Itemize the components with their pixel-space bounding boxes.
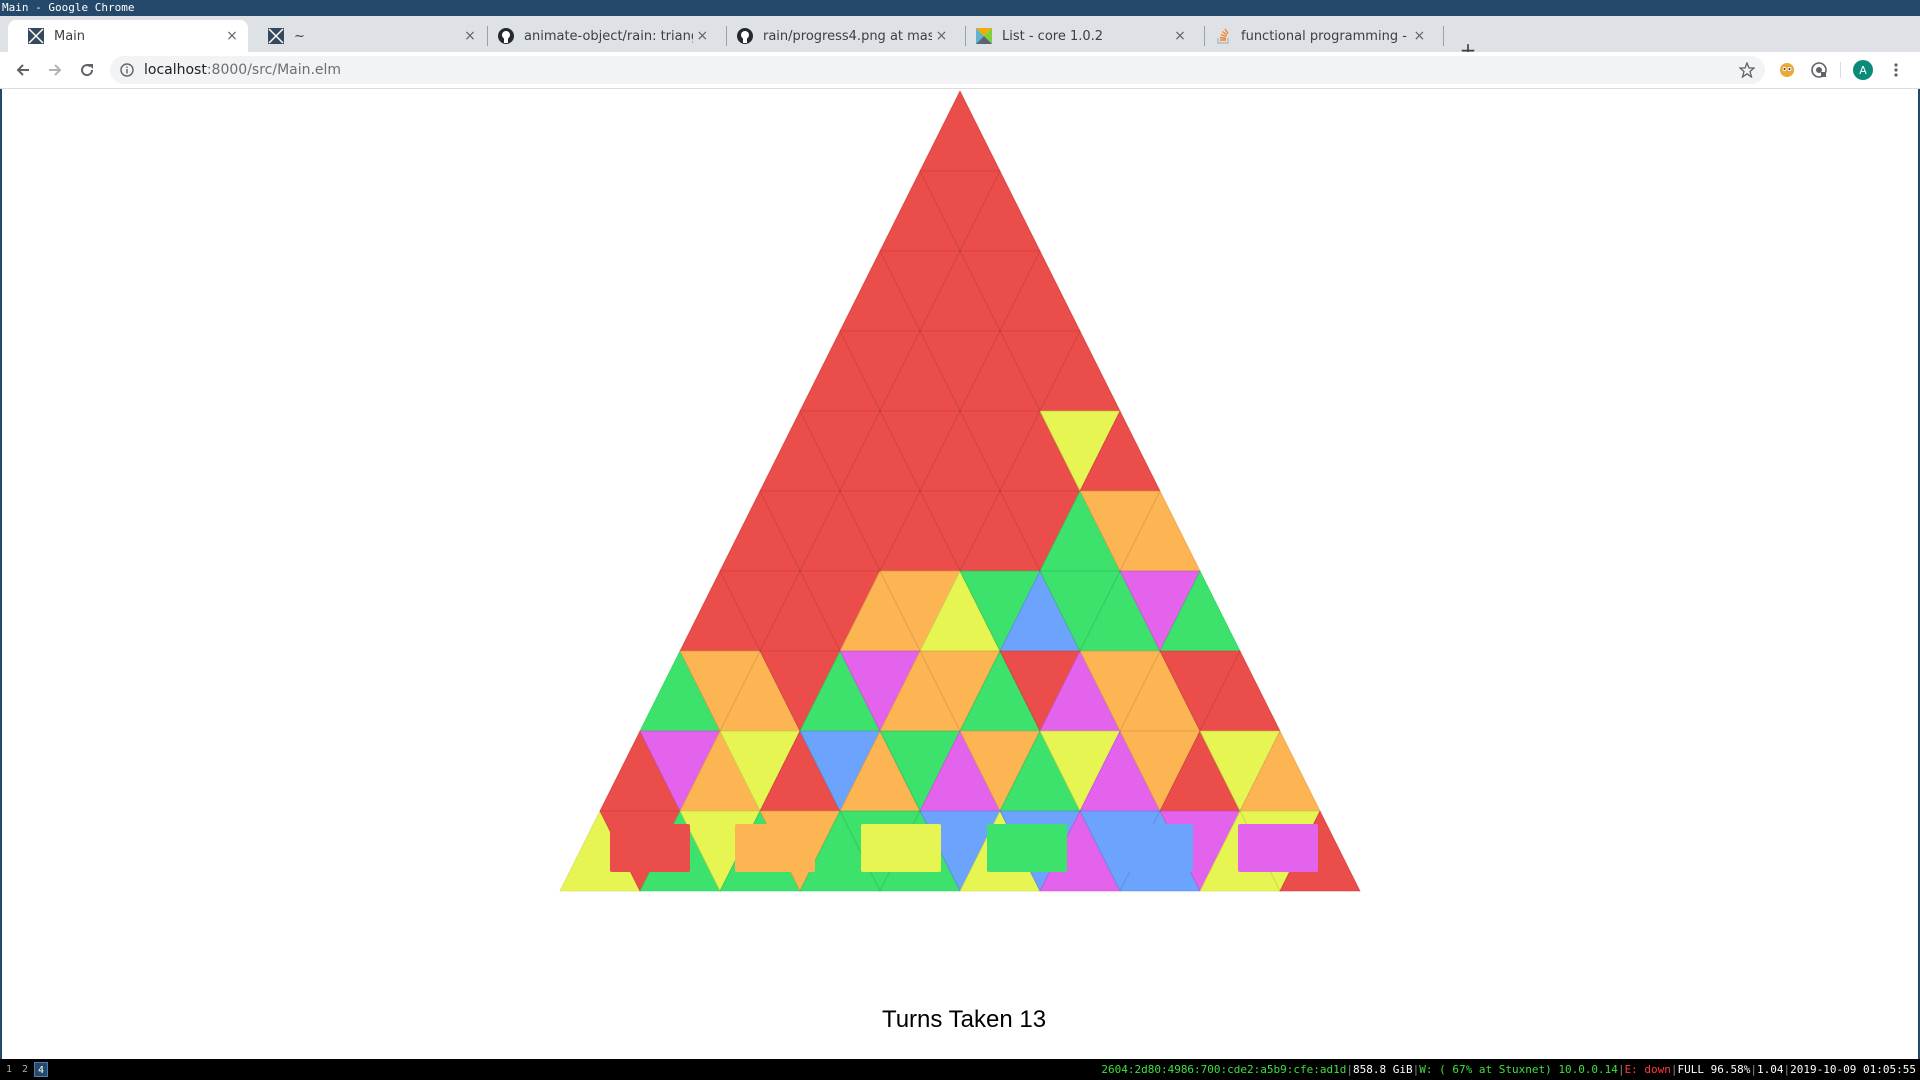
ipv6-address: 2604:2d80:4986:700:cde2:a5b9:cfe:ad1d [1101, 1063, 1347, 1076]
workspace-2[interactable]: 2 [18, 1062, 32, 1077]
triangle-board[interactable] [0, 0, 1920, 900]
ethernet-status: E: down [1624, 1063, 1671, 1076]
color-button-purple[interactable] [1238, 824, 1318, 872]
status-info: 2604:2d80:4986:700:cde2:a5b9:cfe:ad1d|85… [1101, 1063, 1916, 1076]
turns-value: 13 [1019, 1006, 1047, 1033]
disk-free: 858.8 GiB [1353, 1063, 1413, 1076]
color-button-yellow[interactable] [861, 824, 941, 872]
wifi-status: W: ( 67% at Stuxnet) 10.0.0.14 [1419, 1063, 1618, 1076]
color-button-blue[interactable] [1113, 824, 1193, 872]
color-button-orange[interactable] [735, 824, 815, 872]
triangle-cell[interactable] [919, 90, 1001, 172]
status-bar: 1 2 4 2604:2d80:4986:700:cde2:a5b9:cfe:a… [0, 1059, 1920, 1080]
clock: 2019-10-09 01:05:55 [1790, 1063, 1916, 1076]
turns-counter: Turns Taken 13 [0, 1006, 1920, 1034]
workspace-4[interactable]: 4 [34, 1062, 48, 1077]
turns-label: Turns Taken [881, 1006, 1013, 1033]
load-average: 1.04 [1757, 1063, 1784, 1076]
color-button-red[interactable] [610, 824, 690, 872]
battery-status: FULL 96.58% [1677, 1063, 1751, 1076]
color-button-green[interactable] [987, 824, 1067, 872]
workspace-1[interactable]: 1 [2, 1062, 16, 1077]
